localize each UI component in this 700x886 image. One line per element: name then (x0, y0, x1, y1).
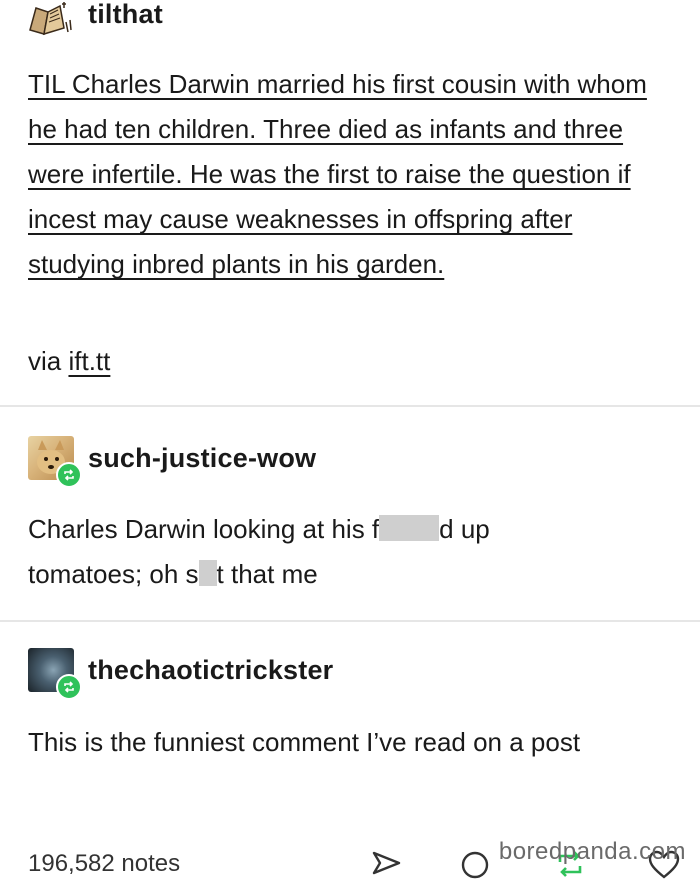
redaction (198, 560, 217, 586)
redaction (379, 515, 440, 541)
reblog-badge-icon (56, 462, 82, 488)
reblog-text: Charles Darwin looking at his f (28, 514, 380, 544)
post-author[interactable]: tilthat (88, 0, 163, 30)
reblog-line: tomatoes; oh s t that me (28, 552, 674, 597)
til-logo-icon (26, 0, 78, 38)
reblog-body: This is the funniest comment I’ve read o… (28, 727, 581, 757)
reblog-body: Charles Darwin looking at his f d up toma… (28, 507, 674, 597)
reblog-line: Charles Darwin looking at his f d up (28, 507, 674, 552)
reblog-header: such-justice-wow (28, 436, 316, 488)
avatar[interactable] (28, 648, 82, 700)
avatar[interactable] (28, 436, 82, 488)
reblog-text: tomatoes; oh s (28, 559, 199, 589)
via-prefix: via (28, 346, 69, 376)
comment-icon[interactable] (460, 850, 490, 880)
via-link[interactable]: ift.tt (68, 346, 110, 376)
avatar[interactable] (26, 0, 78, 38)
via-line: via ift.tt (28, 346, 110, 377)
reblog-author[interactable]: thechaotictrickster (88, 655, 333, 686)
notes-count[interactable]: 196,582 notes (28, 850, 180, 878)
reblog-badge-icon (56, 674, 82, 700)
reblog-text: t that me (216, 559, 318, 589)
reblog-author[interactable]: such-justice-wow (88, 443, 316, 474)
reblog-text: d up (439, 514, 490, 544)
post-body[interactable]: TIL Charles Darwin married his first cou… (28, 62, 674, 287)
divider (0, 405, 700, 407)
share-icon[interactable] (372, 850, 402, 876)
divider (0, 620, 700, 622)
post-header: tilthat (26, 0, 163, 38)
watermark: boredpanda.com (498, 838, 686, 865)
reblog-header: thechaotictrickster (28, 648, 333, 700)
